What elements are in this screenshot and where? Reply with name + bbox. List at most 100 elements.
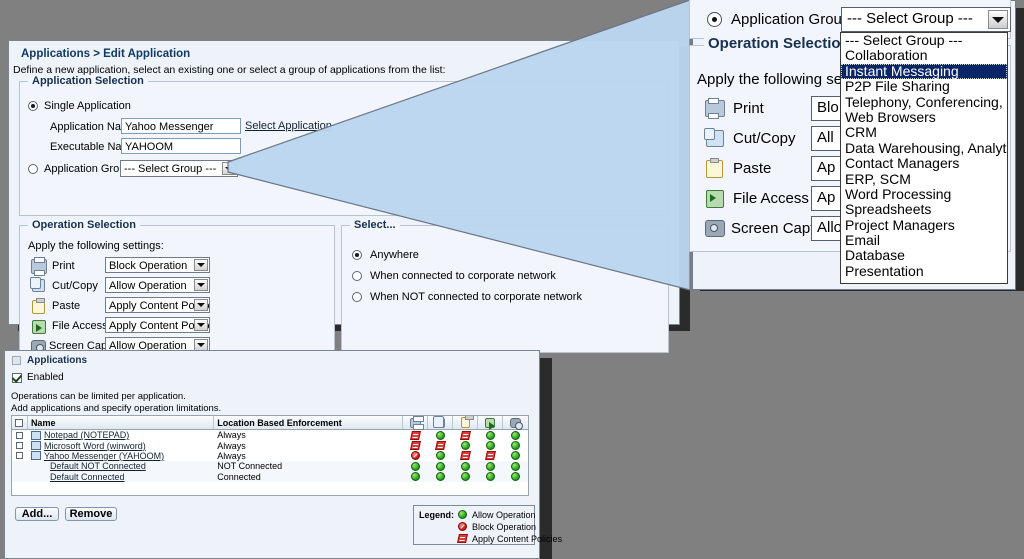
row-checkbox[interactable] [16, 442, 24, 450]
row-cutcopy-cell[interactable] [428, 440, 453, 451]
grid-header-paste[interactable] [453, 416, 479, 429]
row-cutcopy-cell[interactable] [428, 472, 453, 482]
chevron-down-icon[interactable] [222, 162, 236, 175]
row-name-label[interactable]: Notepad (NOTEPAD) [44, 430, 129, 440]
row-cutcopy-cell[interactable] [428, 430, 453, 440]
chevron-down-icon[interactable] [194, 319, 208, 331]
application-name-input[interactable]: Yahoo Messenger [121, 118, 241, 134]
row-screencapture-cell[interactable] [503, 440, 528, 451]
remove-button[interactable]: Remove [65, 507, 117, 521]
grid-header-name[interactable]: Name [28, 416, 215, 429]
location-radio-anywhere[interactable] [352, 250, 362, 260]
row-screencapture-cell[interactable] [503, 430, 528, 440]
apply-content-policies-icon [460, 430, 472, 440]
location-radio-not-connected[interactable] [352, 292, 362, 302]
magnified-paste-value: Ap [817, 159, 836, 176]
row-checkbox[interactable] [16, 431, 24, 439]
row-checkbox-cell[interactable] [12, 440, 28, 450]
executable-name-input[interactable]: YAHOOM [121, 138, 241, 154]
row-print-cell[interactable] [403, 430, 428, 440]
row-fileaccess-cell[interactable] [478, 440, 503, 451]
row-location-label: Connected [217, 471, 261, 482]
dropdown-option[interactable]: Project Managers [841, 218, 1007, 233]
row-cutcopy-cell[interactable] [428, 451, 453, 461]
table-row[interactable]: Default Connected Connected [12, 471, 528, 482]
row-screencapture-cell[interactable] [503, 451, 528, 461]
table-row[interactable]: Microsoft Word (winword) Always [12, 440, 528, 451]
magnified-application-group-select[interactable]: --- Select Group --- [841, 7, 1011, 32]
row-print-cell[interactable] [403, 451, 428, 461]
magnified-application-group-radio[interactable] [707, 12, 722, 27]
dropdown-option[interactable]: Contact Managers [841, 156, 1007, 171]
grid-header-fileaccess[interactable] [478, 416, 504, 430]
grid-header-cutcopy[interactable] [428, 416, 454, 429]
select-all-checkbox[interactable] [15, 418, 24, 427]
chevron-down-icon[interactable] [194, 279, 208, 291]
row-paste-cell[interactable] [453, 461, 478, 471]
dropdown-option[interactable]: Word Processing [841, 187, 1007, 202]
applications-titlebar-checkbox[interactable] [12, 356, 21, 365]
table-row[interactable]: Yahoo Messenger (YAHOOM) Always [12, 451, 528, 461]
row-screencapture-cell[interactable] [503, 472, 528, 482]
chevron-down-icon[interactable] [194, 299, 208, 311]
print-operation-select[interactable]: Block Operation [105, 257, 210, 273]
table-row[interactable]: Notepad (NOTEPAD) Always [12, 430, 528, 440]
row-name-label[interactable]: Microsoft Word (winword) [44, 441, 146, 451]
cutcopy-operation-select[interactable]: Allow Operation [105, 277, 210, 293]
single-application-radio[interactable] [28, 101, 38, 111]
chevron-down-icon[interactable] [194, 259, 208, 271]
grid-header-location[interactable]: Location Based Enforcement [214, 416, 404, 429]
application-group-dropdown-list[interactable]: --- Select Group --- Collaboration Insta… [840, 32, 1008, 284]
row-print-cell[interactable] [404, 472, 429, 482]
row-name-label[interactable]: Default Connected [50, 472, 125, 482]
grid-header-screencapture[interactable] [503, 416, 528, 430]
dropdown-option[interactable]: Presentation [841, 264, 1007, 279]
operation-selection-title: Operation Selection [28, 219, 140, 231]
grid-header-check[interactable] [12, 416, 28, 429]
fileaccess-operation-select[interactable]: Apply Content Policies [105, 317, 210, 333]
row-checkbox[interactable] [16, 452, 24, 460]
row-paste-cell[interactable] [453, 451, 478, 461]
dropdown-option[interactable]: Email [841, 233, 1007, 248]
application-group-select[interactable]: --- Select Group --- [120, 160, 238, 177]
grid-header-print[interactable] [403, 416, 429, 430]
row-print-cell[interactable] [404, 461, 429, 471]
chevron-down-icon[interactable] [988, 10, 1008, 29]
row-name-label[interactable]: Yahoo Messenger (YAHOOM) [44, 451, 164, 461]
dropdown-option[interactable]: Spreadsheets [841, 202, 1007, 217]
dropdown-option[interactable]: Database [841, 248, 1007, 263]
row-fileaccess-cell[interactable] [478, 461, 503, 471]
dropdown-option[interactable]: ERP, SCM [841, 172, 1007, 187]
row-checkbox-cell[interactable] [12, 451, 28, 461]
dropdown-option[interactable]: Telephony, Conferencing, .. [841, 95, 1007, 110]
row-fileaccess-cell[interactable] [478, 430, 503, 440]
row-paste-cell[interactable] [453, 440, 478, 451]
row-name-label[interactable]: Default NOT Connected [50, 461, 146, 471]
row-cutcopy-cell[interactable] [428, 461, 453, 471]
dropdown-option[interactable]: Data Warehousing, Analyti.. [841, 141, 1007, 156]
dropdown-option-selected[interactable]: Instant Messaging [841, 63, 1007, 80]
applications-grid[interactable]: Name Location Based Enforcement Notepad … [11, 415, 529, 496]
dropdown-option[interactable]: Collaboration [841, 48, 1007, 63]
allow-operation-icon [461, 461, 471, 471]
row-fileaccess-cell[interactable] [478, 451, 503, 461]
select-application-link[interactable]: Select Application [245, 120, 332, 132]
enabled-checkbox[interactable] [12, 373, 22, 383]
table-row[interactable]: Default NOT Connected NOT Connected [12, 461, 528, 472]
add-button[interactable]: Add... [15, 507, 59, 521]
row-fileaccess-cell[interactable] [478, 472, 503, 482]
allow-operation-icon [436, 472, 446, 482]
row-paste-cell[interactable] [453, 430, 478, 440]
row-print-cell[interactable] [403, 440, 428, 451]
application-group-radio[interactable] [28, 164, 38, 174]
dropdown-option[interactable]: --- Select Group --- [841, 33, 1007, 48]
legend-item-label: Apply Content Policies [472, 534, 563, 544]
row-paste-cell[interactable] [453, 472, 478, 482]
paste-operation-select[interactable]: Apply Content Policies [105, 297, 210, 313]
dropdown-option[interactable]: CRM [841, 125, 1007, 140]
location-radio-connected[interactable] [352, 271, 362, 281]
dropdown-option[interactable]: Web Browsers [841, 110, 1007, 125]
dropdown-option[interactable]: P2P File Sharing [841, 79, 1007, 94]
row-screencapture-cell[interactable] [503, 461, 528, 471]
row-checkbox-cell[interactable] [12, 430, 28, 440]
